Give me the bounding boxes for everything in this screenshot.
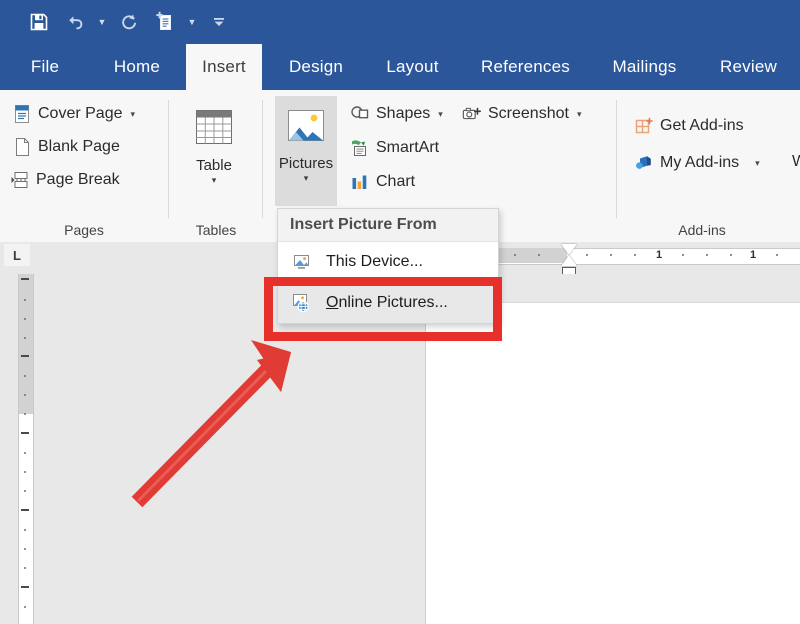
tab-insert[interactable]: Insert — [186, 44, 262, 90]
chart-icon — [350, 172, 370, 192]
blank-page-icon — [12, 137, 32, 157]
get-addins-icon — [634, 116, 654, 136]
tab-layout[interactable]: Layout — [374, 44, 451, 90]
chevron-down-icon[interactable]: ▾ — [575, 109, 582, 119]
cover-page-label: Cover Page — [38, 105, 123, 122]
shapes-label: Shapes — [376, 105, 431, 122]
title-bar: ▼ ▼ — [0, 0, 800, 44]
tab-stop-selector[interactable]: L — [4, 244, 30, 266]
page-break-button[interactable]: Page Break — [10, 170, 120, 190]
screenshot-icon — [462, 104, 482, 124]
my-addins-button[interactable]: My Add-ins ▾ — [634, 153, 760, 173]
quick-access-toolbar: ▼ ▼ — [24, 6, 234, 38]
shapes-button[interactable]: Shapes ▾ — [350, 104, 443, 124]
smartart-label: SmartArt — [376, 139, 440, 156]
table-icon — [187, 104, 241, 156]
chevron-down-icon[interactable]: ▾ — [212, 176, 217, 185]
my-addins-label: My Add-ins — [660, 154, 740, 171]
chart-button[interactable]: Chart — [350, 172, 415, 192]
get-addins-label: Get Add-ins — [660, 117, 744, 134]
page-break-icon — [10, 170, 30, 190]
redo-icon[interactable] — [114, 7, 144, 37]
chevron-down-icon[interactable]: ▾ — [745, 158, 760, 168]
page-break-label: Page Break — [36, 171, 120, 188]
insert-picture-from-header: Insert Picture From — [278, 209, 498, 242]
tab-review[interactable]: Review — [709, 44, 788, 90]
this-device-label: This Device... — [326, 253, 423, 270]
blank-page-label: Blank Page — [38, 138, 120, 155]
group-divider — [616, 100, 617, 218]
cover-page-button[interactable]: Cover Page ▾ — [12, 104, 135, 124]
save-icon[interactable] — [24, 7, 54, 37]
addins-group: Get Add-ins My Add-ins ▾ W Add-ins — [618, 90, 800, 242]
tab-design[interactable]: Design — [277, 44, 355, 90]
chevron-down-icon[interactable]: ▾ — [304, 174, 309, 183]
menu-item-this-device[interactable]: This Device... — [278, 242, 498, 282]
blank-page-button[interactable]: Blank Page — [12, 137, 120, 157]
tab-home[interactable]: Home — [97, 44, 177, 90]
document-page[interactable] — [425, 303, 800, 624]
chevron-down-icon[interactable]: ▾ — [436, 109, 443, 119]
tables-group: Table ▾ Tables — [170, 90, 262, 242]
pictures-button[interactable]: Pictures ▾ — [275, 96, 337, 206]
tables-group-label: Tables — [195, 222, 237, 238]
pictures-label: Pictures — [278, 155, 334, 172]
first-line-indent-marker[interactable] — [561, 244, 577, 255]
tab-references[interactable]: References — [470, 44, 581, 90]
screenshot-button[interactable]: Screenshot ▾ — [462, 104, 581, 124]
smartart-button[interactable]: SmartArt — [350, 138, 439, 158]
addins-group-label: Add-ins — [678, 222, 726, 238]
tab-mailings[interactable]: Mailings — [600, 44, 689, 90]
chart-label: Chart — [376, 173, 416, 190]
ruler-number: 1 — [656, 249, 663, 261]
chevron-down-icon[interactable]: ▾ — [129, 109, 136, 119]
cover-page-icon — [12, 104, 32, 124]
smartart-icon — [350, 138, 370, 158]
ribbon-tab-strip: File Home Insert Design Layout Reference… — [0, 44, 800, 90]
ruler-number: 1 — [750, 249, 757, 261]
my-addins-icon — [634, 153, 654, 173]
next-group-clipped-label[interactable]: W — [792, 153, 800, 171]
group-divider — [262, 100, 263, 218]
new-dropdown-caret[interactable]: ▼ — [186, 7, 198, 37]
undo-icon[interactable] — [60, 7, 90, 37]
hanging-indent-marker[interactable] — [561, 255, 577, 266]
tab-file[interactable]: File — [18, 44, 72, 90]
screenshot-label: Screenshot — [488, 105, 569, 122]
new-document-icon[interactable] — [150, 7, 180, 37]
vertical-ruler-top-margin — [18, 274, 34, 414]
chevron-down-bar-icon[interactable] — [204, 7, 234, 37]
word-window: ▼ ▼ File Home Insert Design Layout Refer… — [0, 0, 800, 624]
shapes-icon — [350, 104, 370, 124]
table-label: Table — [196, 157, 232, 174]
get-addins-button[interactable]: Get Add-ins — [634, 116, 744, 136]
this-device-icon — [290, 250, 314, 274]
group-divider — [168, 100, 169, 218]
pages-group-label: Pages — [64, 222, 104, 238]
undo-dropdown-caret[interactable]: ▼ — [96, 7, 108, 37]
table-button[interactable]: Table ▾ — [183, 98, 245, 185]
pictures-icon — [281, 102, 331, 154]
pages-group: Cover Page ▾ Blank Page Page Break Pages — [0, 90, 168, 242]
annotation-highlight-box — [264, 277, 502, 341]
